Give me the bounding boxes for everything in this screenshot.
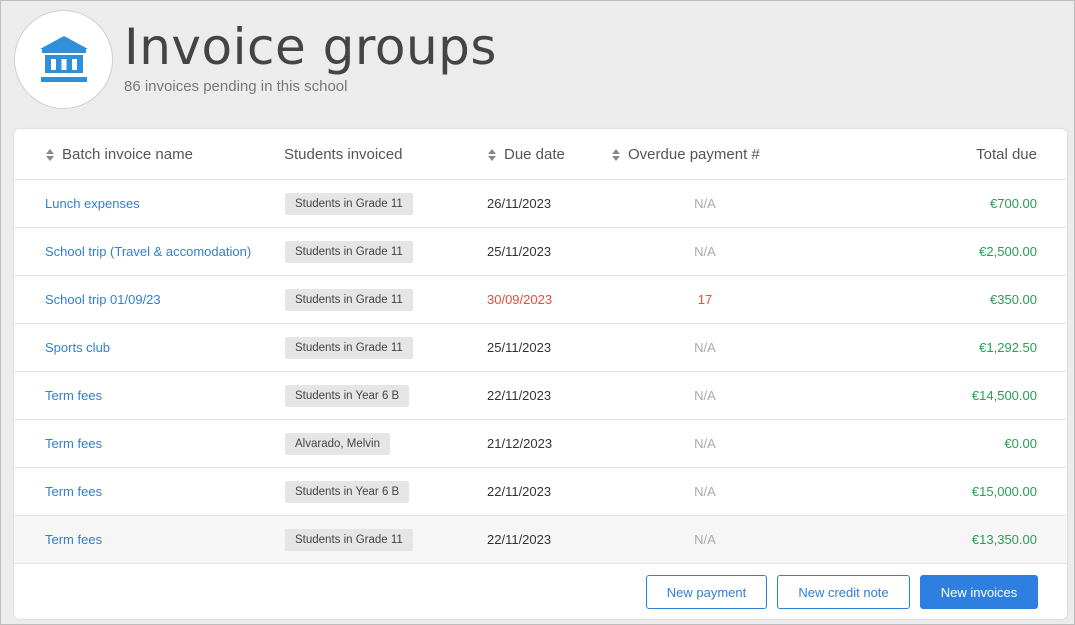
overdue-count: N/A	[694, 388, 716, 403]
batch-invoice-link[interactable]: Sports club	[45, 324, 110, 371]
students-badge: Students in Grade 11	[285, 288, 413, 311]
overdue-count: N/A	[694, 244, 716, 259]
table-row[interactable]: School trip (Travel & accomodation) Stud…	[14, 228, 1067, 276]
page-title: Invoice groups	[124, 18, 497, 76]
school-logo	[14, 10, 113, 109]
new-invoices-button[interactable]: New invoices	[920, 575, 1038, 609]
due-date: 25/11/2023	[487, 244, 552, 259]
due-date: 30/09/2023	[487, 292, 553, 307]
batch-invoice-link[interactable]: School trip 01/09/23	[45, 276, 161, 323]
column-header-due-date[interactable]: Due date	[487, 146, 565, 163]
students-badge: Alvarado, Melvin	[285, 432, 391, 455]
total-due: €0.00	[1004, 436, 1037, 451]
column-header-overdue[interactable]: Overdue payment #	[611, 146, 760, 163]
column-header-label: Batch invoice name	[62, 146, 193, 163]
table-row[interactable]: Term fees Alvarado, Melvin 21/12/2023 N/…	[14, 420, 1067, 468]
table-row[interactable]: School trip 01/09/23 Students in Grade 1…	[14, 276, 1067, 324]
page-subtitle: 86 invoices pending in this school	[124, 78, 348, 95]
batch-invoice-link[interactable]: School trip (Travel & accomodation)	[45, 228, 251, 275]
total-due: €15,000.00	[971, 484, 1037, 499]
batch-invoice-link[interactable]: Term fees	[45, 468, 102, 515]
batch-invoice-link[interactable]: Term fees	[45, 516, 102, 563]
due-date: 21/12/2023	[487, 436, 553, 451]
table-row[interactable]: Term fees Students in Grade 11 22/11/202…	[14, 516, 1067, 564]
column-header-total: Total due	[976, 146, 1037, 163]
invoice-groups-card: Batch invoice name Students invoiced Due…	[14, 129, 1067, 619]
total-due: €2,500.00	[979, 244, 1037, 259]
column-header-label: Overdue payment #	[628, 146, 760, 163]
overdue-count: N/A	[694, 484, 716, 499]
column-header-label: Due date	[504, 146, 565, 163]
due-date: 25/11/2023	[487, 340, 552, 355]
new-payment-button[interactable]: New payment	[646, 575, 767, 609]
table-row[interactable]: Term fees Students in Year 6 B 22/11/202…	[14, 372, 1067, 420]
overdue-count: 17	[697, 292, 713, 307]
overdue-count: N/A	[694, 532, 716, 547]
due-date: 26/11/2023	[487, 196, 552, 211]
column-header-students: Students invoiced	[284, 146, 402, 163]
due-date: 22/11/2023	[487, 532, 552, 547]
table-header: Batch invoice name Students invoiced Due…	[14, 129, 1067, 180]
overdue-count: N/A	[694, 340, 716, 355]
batch-invoice-link[interactable]: Lunch expenses	[45, 180, 140, 227]
due-date: 22/11/2023	[487, 484, 552, 499]
students-badge: Students in Year 6 B	[285, 480, 410, 503]
column-header-label: Students invoiced	[284, 146, 403, 163]
column-header-label: Total due	[976, 146, 1037, 163]
total-due: €1,292.50	[979, 340, 1037, 355]
sort-icon	[46, 148, 54, 161]
overdue-count: N/A	[694, 196, 716, 211]
column-header-name[interactable]: Batch invoice name	[45, 146, 193, 163]
table-row[interactable]: Sports club Students in Grade 11 25/11/2…	[14, 324, 1067, 372]
batch-invoice-link[interactable]: Term fees	[45, 372, 102, 419]
table-row[interactable]: Lunch expenses Students in Grade 11 26/1…	[14, 180, 1067, 228]
total-due: €350.00	[990, 292, 1037, 307]
overdue-count: N/A	[694, 436, 716, 451]
table-row[interactable]: Term fees Students in Year 6 B 22/11/202…	[14, 468, 1067, 516]
students-badge: Students in Year 6 B	[285, 384, 410, 407]
sort-icon	[488, 148, 496, 161]
students-badge: Students in Grade 11	[285, 240, 413, 263]
total-due: €700.00	[990, 196, 1037, 211]
sort-icon	[612, 148, 620, 161]
total-due: €13,350.00	[971, 532, 1037, 547]
new-credit-note-button[interactable]: New credit note	[777, 575, 910, 609]
total-due: €14,500.00	[971, 388, 1037, 403]
due-date: 22/11/2023	[487, 388, 552, 403]
students-badge: Students in Grade 11	[285, 336, 413, 359]
batch-invoice-link[interactable]: Term fees	[45, 420, 102, 467]
students-badge: Students in Grade 11	[285, 528, 413, 551]
bank-icon	[39, 35, 88, 82]
students-badge: Students in Grade 11	[285, 192, 413, 215]
